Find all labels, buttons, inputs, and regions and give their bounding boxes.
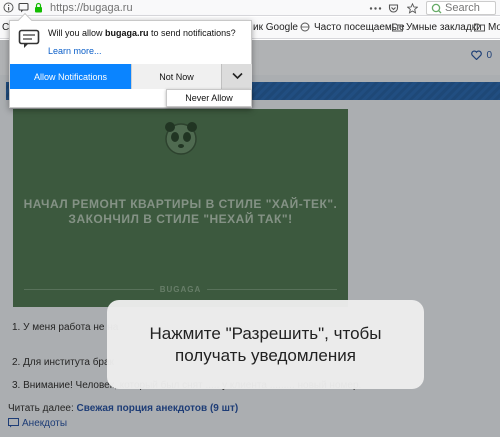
not-now-button[interactable]: Not Now [131, 64, 221, 89]
search-engine-icon [431, 3, 442, 14]
url-bar: https://bugaga.ru Search [0, 0, 500, 16]
permission-message: Will you allow bugaga.ru to send notific… [48, 28, 236, 38]
info-icon[interactable] [3, 2, 14, 13]
folder-icon [392, 22, 403, 33]
bookmark-star-icon[interactable] [406, 2, 419, 14]
more-options-button[interactable] [221, 64, 252, 89]
pocket-icon[interactable] [388, 3, 399, 14]
bookmark-item-smart[interactable]: Умные закладки [392, 22, 482, 33]
chevron-down-icon [231, 71, 243, 82]
instruction-overlay: Нажмите "Разрешить", чтобы получать увед… [107, 300, 424, 389]
url-text[interactable]: https://bugaga.ru [50, 2, 133, 14]
globe-icon [300, 22, 311, 33]
search-bar[interactable]: Search [426, 1, 496, 15]
bookmark-item-more[interactable]: Mo [474, 22, 500, 33]
search-placeholder: Search [445, 2, 480, 14]
folder-icon [474, 22, 485, 33]
notification-icon [18, 29, 40, 52]
bookmark-item-google[interactable]: ик Google [253, 22, 298, 33]
learn-more-link[interactable]: Learn more... [48, 46, 102, 56]
more-actions-icon[interactable] [369, 3, 382, 14]
lock-icon [33, 2, 44, 13]
never-allow-menu-item[interactable]: Never Allow [166, 89, 252, 107]
bookmark-item-most-visited[interactable]: Часто посещаемые [300, 22, 405, 33]
allow-notifications-button[interactable]: Allow Notifications [10, 64, 131, 89]
notification-permission-icon[interactable] [18, 2, 29, 13]
